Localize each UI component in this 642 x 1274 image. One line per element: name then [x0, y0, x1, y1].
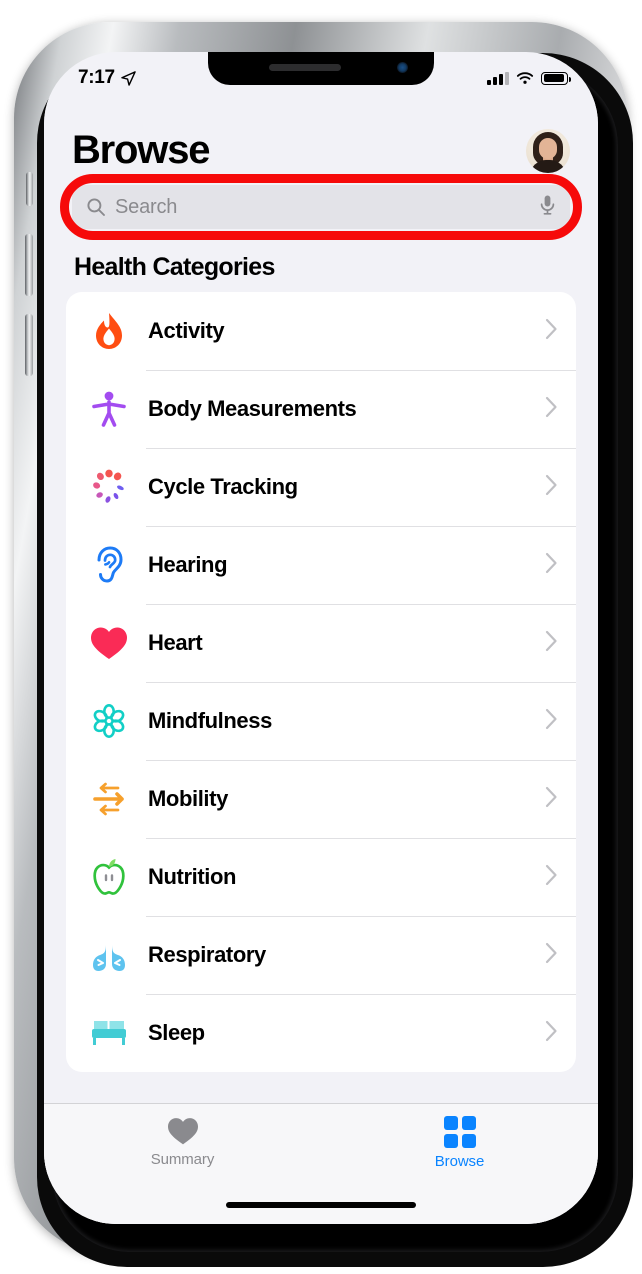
flame-icon	[86, 308, 132, 354]
list-item-heart[interactable]: Heart	[66, 604, 576, 682]
section-title: Health Categories	[74, 253, 275, 281]
list-item-label: Mindfulness	[148, 708, 272, 733]
list-item-label: Mobility	[148, 786, 228, 811]
status-bar-right	[487, 71, 571, 85]
screenshot-root: 7:17 Browse Search Health Categories Act…	[0, 0, 642, 1274]
tab-summary[interactable]: Summary	[44, 1116, 321, 1168]
list-item-label: Body Measurements	[148, 396, 357, 421]
chevron-right-icon	[545, 942, 558, 969]
list-item-mobility[interactable]: Mobility	[66, 760, 576, 838]
apple-icon	[86, 854, 132, 900]
chevron-right-icon	[545, 318, 558, 345]
home-indicator[interactable]	[226, 1202, 416, 1208]
earpiece-speaker-icon	[269, 64, 341, 71]
list-item-label: Activity	[148, 318, 225, 343]
header: Browse	[44, 98, 598, 173]
list-item-label: Respiratory	[148, 942, 266, 967]
heart-icon	[86, 620, 132, 666]
list-item-sleep[interactable]: Sleep	[66, 994, 576, 1072]
arrows-icon	[86, 776, 132, 822]
list-item-label: Cycle Tracking	[148, 474, 298, 499]
mute-switch-button[interactable]	[26, 172, 33, 206]
health-categories-list: Activity Body Measurements Cycle Trackin…	[66, 292, 576, 1072]
search-input[interactable]: Search	[72, 185, 570, 229]
volume-up-button[interactable]	[25, 234, 33, 296]
chevron-right-icon	[545, 708, 558, 735]
wifi-icon	[516, 72, 534, 84]
page-title: Browse	[72, 128, 210, 172]
microphone-icon[interactable]	[539, 194, 556, 221]
tab-label: Summary	[150, 1151, 215, 1168]
front-camera-icon	[397, 62, 408, 73]
battery-icon	[541, 71, 571, 85]
page-content: Browse Search Health Categories Activity…	[44, 98, 598, 1224]
status-time: 7:17	[78, 67, 115, 88]
list-item-activity[interactable]: Activity	[66, 292, 576, 370]
ear-icon	[86, 542, 132, 588]
list-item-mindfulness[interactable]: Mindfulness	[66, 682, 576, 760]
search-placeholder: Search	[115, 195, 178, 218]
list-item-nutrition[interactable]: Nutrition	[66, 838, 576, 916]
list-item-label: Hearing	[148, 552, 228, 577]
grid-icon	[443, 1116, 476, 1148]
volume-down-button[interactable]	[25, 314, 33, 376]
status-bar-left: 7:17	[78, 67, 136, 89]
heart-icon	[167, 1118, 198, 1145]
profile-avatar[interactable]	[526, 128, 570, 173]
magnifier-icon	[87, 198, 105, 216]
cellular-signal-icon	[487, 71, 509, 85]
chevron-right-icon	[545, 552, 558, 579]
chevron-right-icon	[545, 1020, 558, 1047]
chevron-right-icon	[545, 786, 558, 813]
bed-icon	[86, 1010, 132, 1056]
chevron-right-icon	[545, 396, 558, 423]
body-figure-icon	[86, 386, 132, 432]
location-arrow-icon	[121, 70, 136, 86]
list-item-cycle-tracking[interactable]: Cycle Tracking	[66, 448, 576, 526]
phone-screen: 7:17 Browse Search Health Categories Act…	[44, 52, 598, 1224]
tab-label: Browse	[434, 1153, 485, 1170]
tab-browse[interactable]: Browse	[321, 1116, 598, 1170]
mandala-icon	[86, 698, 132, 744]
search-area: Search	[60, 174, 582, 240]
chevron-right-icon	[545, 474, 558, 501]
list-item-label: Heart	[148, 630, 203, 655]
notch	[208, 52, 434, 85]
list-item-label: Nutrition	[148, 864, 237, 889]
list-item-respiratory[interactable]: Respiratory	[66, 916, 576, 994]
list-item-body-measurements[interactable]: Body Measurements	[66, 370, 576, 448]
list-item-label: Sleep	[148, 1020, 205, 1045]
cycle-petals-icon	[86, 464, 132, 510]
list-item-hearing[interactable]: Hearing	[66, 526, 576, 604]
lungs-icon	[86, 932, 132, 978]
chevron-right-icon	[545, 630, 558, 657]
chevron-right-icon	[545, 864, 558, 891]
